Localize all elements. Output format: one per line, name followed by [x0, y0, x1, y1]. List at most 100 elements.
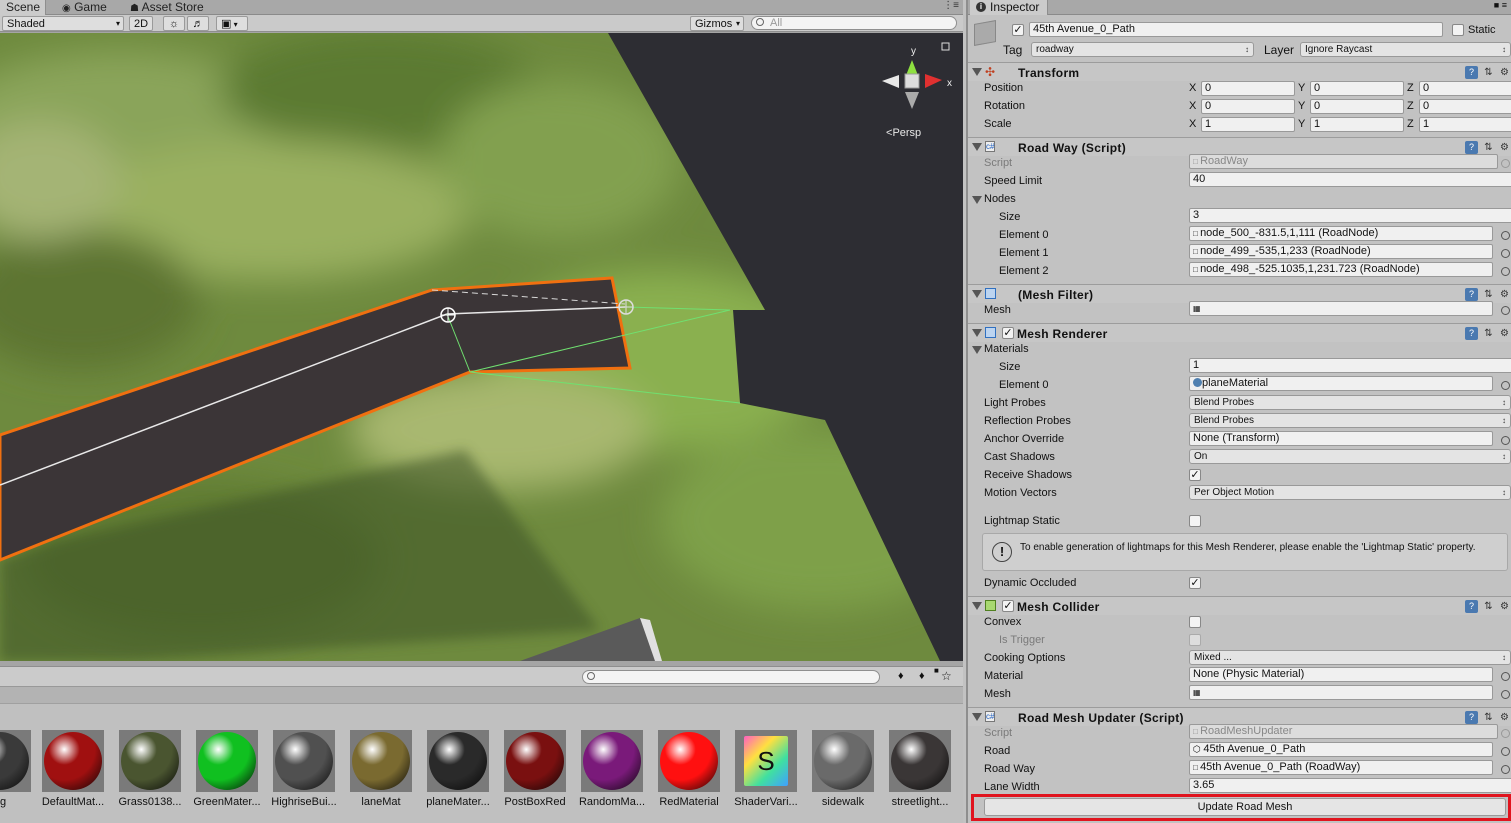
panel-menu-icon[interactable]: ⋮≡ — [943, 0, 959, 11]
asset-item[interactable]: S ShaderVari... — [728, 730, 804, 808]
node-handle-icon[interactable] — [618, 299, 634, 315]
meshcollider-header[interactable]: ✓ Mesh Collider ? ⇅ ⚙ — [968, 596, 1511, 615]
object-picker-icon[interactable] — [1501, 249, 1510, 258]
help-icon[interactable]: ? — [1465, 141, 1478, 154]
persp-label[interactable]: <Persp — [886, 127, 921, 139]
foldout-arrow-icon[interactable] — [972, 329, 982, 337]
node-element-field[interactable]: □ node_498_-525.1035,1,231.723 (RoadNode… — [1189, 262, 1493, 277]
gear-icon[interactable]: ⚙ — [1498, 327, 1511, 340]
object-name-field[interactable]: 45th Avenue_0_Path — [1029, 22, 1443, 37]
position-x-field[interactable]: 0 — [1201, 81, 1295, 96]
rotation-z-field[interactable]: 0 — [1419, 99, 1511, 114]
preset-icon[interactable]: ⇅ — [1482, 66, 1495, 79]
foldout-arrow-icon[interactable] — [972, 346, 982, 354]
object-picker-icon[interactable] — [1501, 436, 1510, 445]
preset-icon[interactable]: ⇅ — [1482, 288, 1495, 301]
shading-dropdown[interactable]: Shaded ▾ — [2, 16, 124, 31]
tab-asset-store[interactable]: ☗ Asset Store — [124, 0, 220, 15]
object-picker-icon[interactable] — [1501, 306, 1510, 315]
cast-shadows-dropdown[interactable]: On — [1189, 449, 1511, 464]
asset-item[interactable]: ng — [0, 730, 38, 808]
gear-icon[interactable]: ⚙ — [1498, 141, 1511, 154]
scale-x-field[interactable]: 1 — [1201, 117, 1295, 132]
object-picker-icon[interactable] — [1501, 672, 1510, 681]
help-icon[interactable]: ? — [1465, 66, 1478, 79]
asset-item[interactable]: sidewalk — [805, 730, 881, 808]
update-road-mesh-button[interactable]: Update Road Mesh — [984, 798, 1506, 816]
gizmos-dropdown[interactable]: Gizmos ▾ — [690, 16, 744, 31]
gear-icon[interactable]: ⚙ — [1498, 600, 1511, 613]
object-picker-icon[interactable] — [1501, 267, 1510, 276]
asset-item[interactable]: GreenMater... — [189, 730, 265, 808]
filter-label-icon[interactable]: ♦ — [919, 670, 925, 682]
speed-limit-field[interactable]: 40 — [1189, 172, 1511, 187]
scene-viewport[interactable]: y x <Persp — [0, 33, 963, 661]
asset-item[interactable]: RedMaterial — [651, 730, 727, 808]
mesh-field[interactable]: ▦ — [1189, 301, 1493, 316]
road-way-field[interactable]: □ 45th Avenue_0_Path (RoadWay) — [1189, 760, 1493, 775]
materials-size-field[interactable]: 1 — [1189, 358, 1511, 373]
panel-menu-icon[interactable]: ■ ≡ — [1494, 0, 1507, 10]
foldout-arrow-icon[interactable] — [972, 713, 982, 721]
rotation-y-field[interactable]: 0 — [1310, 99, 1404, 114]
node-element-field[interactable]: □ node_500_-831.5,1,111 (RoadNode) — [1189, 226, 1493, 241]
asset-item[interactable]: streetlight... — [882, 730, 958, 808]
lane-width-field[interactable]: 3.65 — [1189, 778, 1511, 793]
asset-item[interactable]: Grass0138... — [112, 730, 188, 808]
object-picker-icon[interactable] — [1501, 765, 1510, 774]
project-search-input[interactable] — [582, 670, 880, 684]
effects-dropdown[interactable]: ▣ ▾ — [216, 16, 248, 31]
tab-inspector[interactable]: i Inspector — [970, 0, 1049, 15]
help-icon[interactable]: ? — [1465, 288, 1478, 301]
dynamic-occluded-checkbox[interactable]: ✓ — [1189, 577, 1201, 589]
foldout-arrow-icon[interactable] — [972, 602, 982, 610]
position-y-field[interactable]: 0 — [1310, 81, 1404, 96]
gear-icon[interactable]: ⚙ — [1498, 66, 1511, 79]
object-picker-icon[interactable] — [1501, 747, 1510, 756]
collider-mesh-field[interactable]: ▦ — [1189, 685, 1493, 700]
scene-search-input[interactable]: All — [751, 16, 957, 30]
object-picker-icon[interactable] — [1501, 381, 1510, 390]
cooking-options-dropdown[interactable]: Mixed ... — [1189, 650, 1511, 665]
material-element0-field[interactable]: planeMaterial — [1189, 376, 1493, 391]
lock-icon[interactable]: ■ — [934, 666, 939, 675]
meshcollider-enabled-checkbox[interactable]: ✓ — [1002, 600, 1014, 612]
anchor-override-field[interactable]: None (Transform) — [1189, 431, 1493, 446]
receive-shadows-checkbox[interactable]: ✓ — [1189, 469, 1201, 481]
help-icon[interactable]: ? — [1465, 327, 1478, 340]
help-icon[interactable]: ? — [1465, 600, 1478, 613]
static-checkbox[interactable] — [1452, 24, 1464, 36]
motion-vectors-dropdown[interactable]: Per Object Motion — [1189, 485, 1511, 500]
foldout-arrow-icon[interactable] — [972, 68, 982, 76]
collider-material-field[interactable]: None (Physic Material) — [1189, 667, 1493, 682]
foldout-arrow-icon[interactable] — [972, 290, 982, 298]
node-handle-icon[interactable] — [440, 307, 456, 323]
asset-item[interactable]: laneMat — [343, 730, 419, 808]
asset-item[interactable]: planeMater... — [420, 730, 496, 808]
meshrenderer-enabled-checkbox[interactable]: ✓ — [1002, 327, 1014, 339]
asset-item[interactable]: HighriseBui... — [266, 730, 342, 808]
foldout-arrow-icon[interactable] — [972, 143, 982, 151]
object-picker-icon[interactable] — [1501, 231, 1510, 240]
favorite-star-icon[interactable]: ☆ — [941, 669, 952, 683]
scale-y-field[interactable]: 1 — [1310, 117, 1404, 132]
nodes-size-field[interactable]: 3 — [1189, 208, 1511, 223]
gear-icon[interactable]: ⚙ — [1498, 288, 1511, 301]
position-z-field[interactable]: 0 — [1419, 81, 1511, 96]
convex-checkbox[interactable] — [1189, 616, 1201, 628]
transform-header[interactable]: ✣ Transform ? ⇅ ⚙ — [968, 62, 1511, 81]
asset-item[interactable]: PostBoxRed — [497, 730, 573, 808]
tab-scene[interactable]: Scene — [0, 0, 46, 15]
2d-toggle[interactable]: 2D — [129, 16, 153, 31]
object-picker-icon[interactable] — [1501, 690, 1510, 699]
layer-dropdown[interactable]: Ignore Raycast — [1300, 42, 1511, 57]
tab-game[interactable]: ◉ Game — [56, 0, 116, 15]
scale-z-field[interactable]: 1 — [1419, 117, 1511, 132]
preset-icon[interactable]: ⇅ — [1482, 141, 1495, 154]
filter-type-icon[interactable]: ♦ — [898, 670, 904, 682]
asset-item[interactable]: DefaultMat... — [35, 730, 111, 808]
rotation-x-field[interactable]: 0 — [1201, 99, 1295, 114]
light-probes-dropdown[interactable]: Blend Probes — [1189, 395, 1511, 410]
gear-icon[interactable]: ⚙ — [1498, 711, 1511, 724]
road-field[interactable]: ⬡ 45th Avenue_0_Path — [1189, 742, 1493, 757]
